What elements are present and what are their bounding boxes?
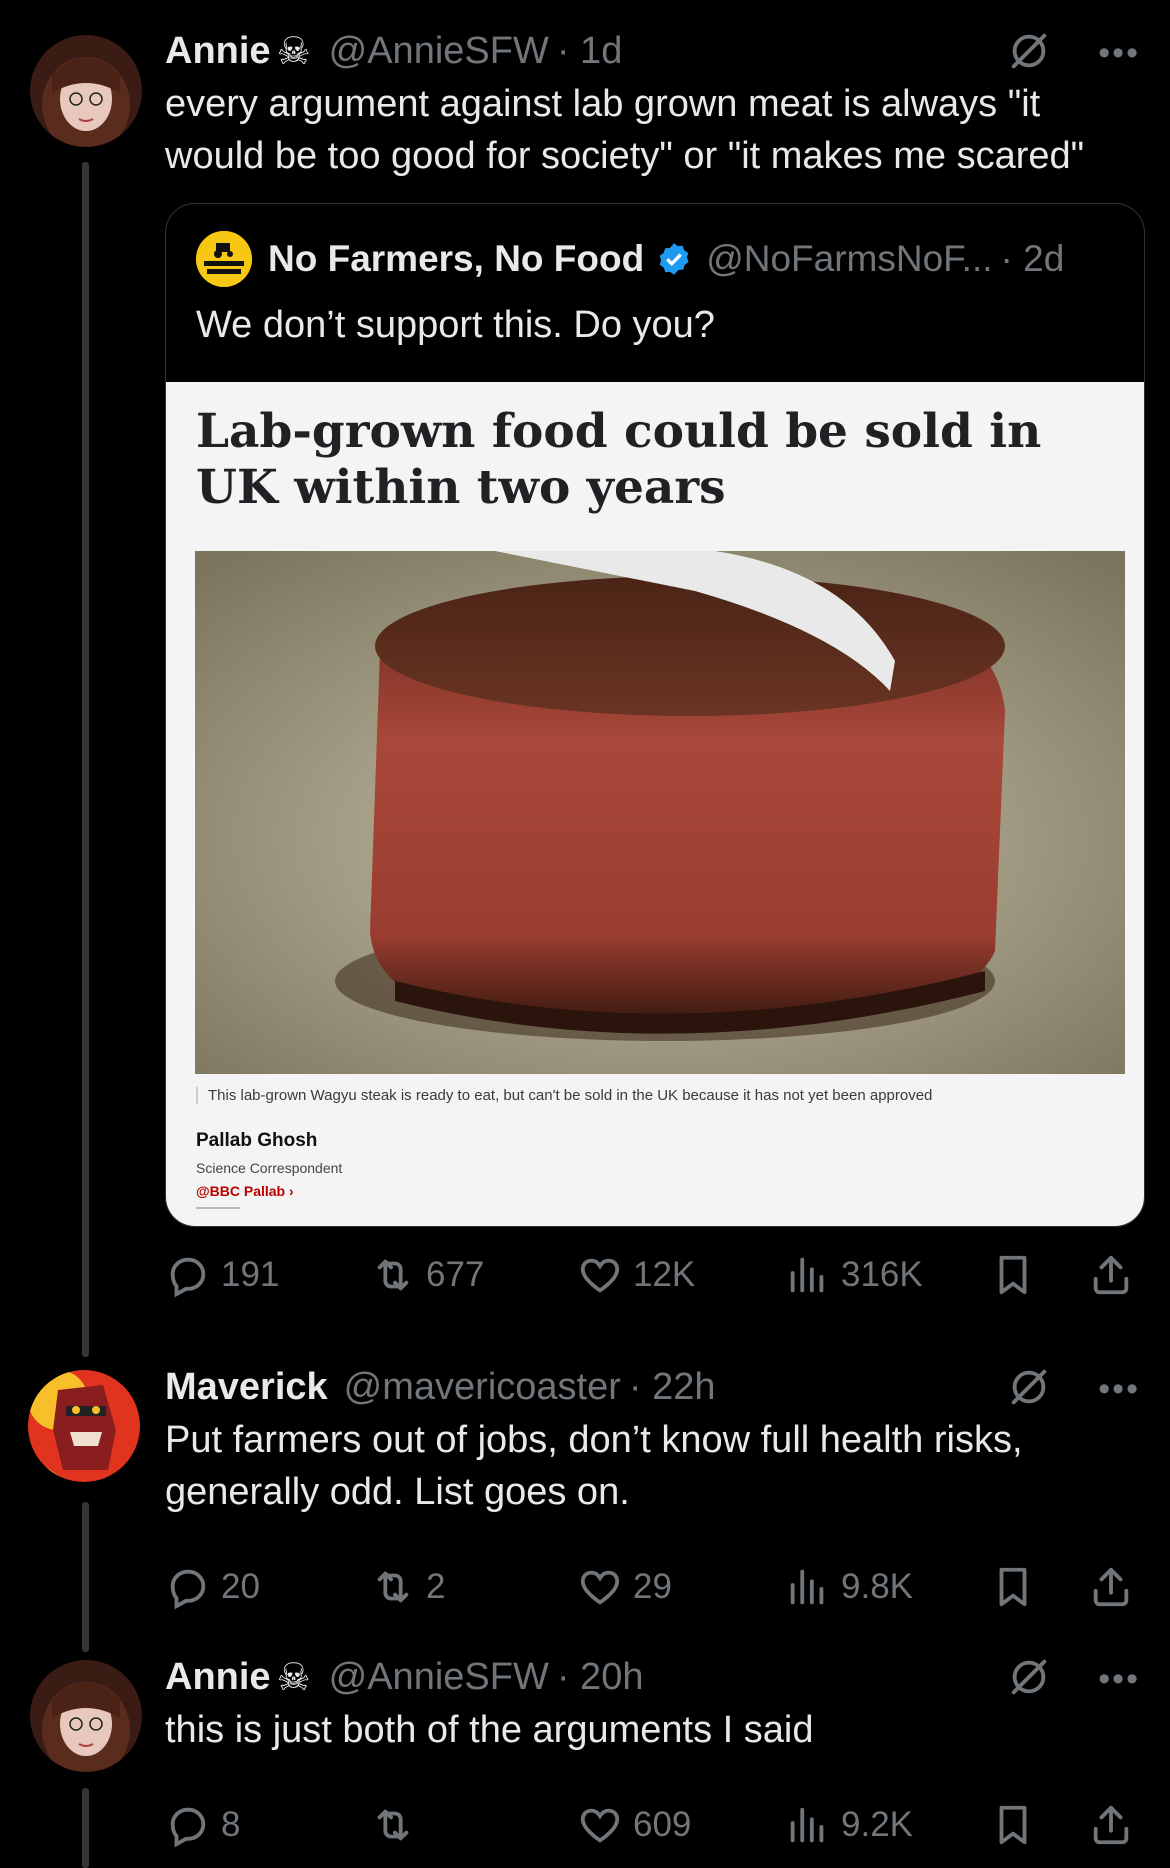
share-button[interactable]: [1088, 1562, 1144, 1612]
username[interactable]: @AnnieSFW: [329, 30, 549, 73]
reply-icon: [165, 1802, 211, 1848]
username[interactable]: @AnnieSFW: [329, 1656, 549, 1699]
article-screenshot[interactable]: Lab-grown food could be sold in UK withi…: [166, 382, 1144, 1226]
views-button[interactable]: 9.8K: [785, 1562, 913, 1612]
grok-icon[interactable]: [1006, 1364, 1052, 1410]
quoted-username[interactable]: @NoFarmsNoF...: [706, 238, 992, 280]
tweet-text: every argument against lab grown meat is…: [165, 83, 1085, 177]
like-button[interactable]: 29: [577, 1562, 672, 1612]
reply-button[interactable]: 8: [165, 1800, 240, 1850]
divider: [196, 1207, 240, 1209]
tractor-icon: [196, 231, 252, 287]
display-name[interactable]: Maverick: [165, 1366, 328, 1409]
avatar-annie[interactable]: [30, 35, 142, 147]
repost-count: 677: [426, 1255, 485, 1294]
display-name[interactable]: Annie: [165, 30, 271, 73]
views-icon: [785, 1252, 831, 1298]
share-icon: [1088, 1564, 1134, 1610]
verified-badge-icon: [659, 243, 689, 275]
timestamp[interactable]: · 1d: [557, 30, 622, 73]
bookmark-button[interactable]: [990, 1562, 1046, 1612]
repost-button[interactable]: 2: [370, 1562, 445, 1612]
quoted-timestamp[interactable]: · 2d: [1001, 238, 1065, 280]
view-count: 316K: [841, 1255, 923, 1294]
action-bar: 191 677 12K 316K: [165, 1250, 1140, 1300]
thread-line: [82, 1502, 89, 1652]
tweet-header: Maverick @mavericoaster · 22h: [165, 1362, 716, 1412]
heart-icon: [577, 1564, 623, 1610]
thread-line: [82, 162, 89, 1357]
views-button[interactable]: 316K: [785, 1250, 923, 1300]
steak-photo: [195, 551, 1125, 1074]
views-icon: [785, 1564, 831, 1610]
repost-icon: [370, 1252, 416, 1298]
reply-button[interactable]: 191: [165, 1250, 279, 1300]
repost-button[interactable]: [370, 1800, 426, 1850]
quoted-tweet[interactable]: No Farmers, No Food @NoFarmsNoF... · 2d …: [165, 203, 1145, 1227]
repost-button[interactable]: 677: [370, 1250, 484, 1300]
reply-count: 191: [221, 1255, 280, 1294]
quoted-text: We don’t support this. Do you?: [196, 304, 715, 346]
grok-icon[interactable]: [1006, 28, 1052, 74]
more-options-button[interactable]: •••: [1098, 1660, 1140, 1699]
author-role: Science Correspondent: [196, 1160, 343, 1176]
tweet-1[interactable]: Annie ☠ @AnnieSFW · 1d ••• every argumen…: [0, 0, 1170, 1357]
reply-button[interactable]: 20: [165, 1562, 260, 1612]
bookmark-icon: [990, 1802, 1036, 1848]
views-button[interactable]: 9.2K: [785, 1800, 913, 1850]
reply-count: 20: [221, 1567, 260, 1606]
heart-icon: [577, 1802, 623, 1848]
tweet-header: Annie ☠ @AnnieSFW · 20h: [165, 1652, 643, 1702]
bookmark-button[interactable]: [990, 1800, 1046, 1850]
timestamp[interactable]: · 22h: [629, 1366, 716, 1409]
thread-line: [82, 1788, 89, 1868]
grok-icon[interactable]: [1006, 1654, 1052, 1700]
article-author: Pallab Ghosh: [196, 1130, 318, 1151]
action-bar: 8 609 9.2K: [165, 1800, 1140, 1850]
avatar-maverick[interactable]: [28, 1370, 140, 1482]
like-count: 29: [633, 1567, 672, 1606]
bookmark-button[interactable]: [990, 1250, 1046, 1300]
like-count: 609: [633, 1805, 692, 1844]
views-icon: [785, 1802, 831, 1848]
skull-emoji: ☠: [276, 30, 311, 73]
heart-icon: [577, 1252, 623, 1298]
repost-count: 2: [426, 1567, 446, 1606]
view-count: 9.8K: [841, 1567, 913, 1606]
tweet-text: this is just both of the arguments I sai…: [165, 1709, 814, 1751]
repost-icon: [370, 1564, 416, 1610]
quoted-header: No Farmers, No Food @NoFarmsNoF... · 2d: [196, 231, 1065, 287]
action-bar: 20 2 29 9.8K: [165, 1562, 1140, 1612]
tweet-header: Annie ☠ @AnnieSFW · 1d: [165, 26, 622, 76]
bookmark-icon: [990, 1252, 1036, 1298]
author-twitter-link[interactable]: @BBC Pallab ›: [196, 1183, 294, 1199]
display-name[interactable]: Annie: [165, 1656, 271, 1699]
share-button[interactable]: [1088, 1800, 1144, 1850]
bookmark-icon: [990, 1564, 1036, 1610]
avatar-annie[interactable]: [30, 1660, 142, 1772]
reply-icon: [165, 1564, 211, 1610]
timestamp[interactable]: · 20h: [557, 1656, 644, 1699]
tweet-2[interactable]: Maverick @mavericoaster · 22h ••• Put fa…: [0, 1340, 1170, 1652]
username[interactable]: @mavericoaster: [344, 1366, 621, 1409]
reply-count: 8: [221, 1805, 241, 1844]
more-options-button[interactable]: •••: [1098, 34, 1140, 73]
reply-icon: [165, 1252, 211, 1298]
like-button[interactable]: 609: [577, 1800, 691, 1850]
quoted-avatar[interactable]: [196, 231, 252, 287]
tweet-3[interactable]: Annie ☠ @AnnieSFW · 20h ••• this is just…: [0, 1640, 1170, 1868]
more-options-button[interactable]: •••: [1098, 1370, 1140, 1409]
tweet-text: Put farmers out of jobs, don’t know full…: [165, 1419, 1023, 1513]
share-button[interactable]: [1088, 1250, 1144, 1300]
repost-icon: [370, 1802, 416, 1848]
quoted-display-name[interactable]: No Farmers, No Food: [268, 238, 644, 280]
like-button[interactable]: 12K: [577, 1250, 695, 1300]
share-icon: [1088, 1252, 1134, 1298]
photo-caption: This lab-grown Wagyu steak is ready to e…: [196, 1087, 932, 1104]
view-count: 9.2K: [841, 1805, 913, 1844]
skull-emoji: ☠: [276, 1656, 311, 1699]
share-icon: [1088, 1802, 1134, 1848]
article-headline: Lab-grown food could be sold in UK withi…: [196, 404, 1042, 515]
like-count: 12K: [633, 1255, 696, 1294]
